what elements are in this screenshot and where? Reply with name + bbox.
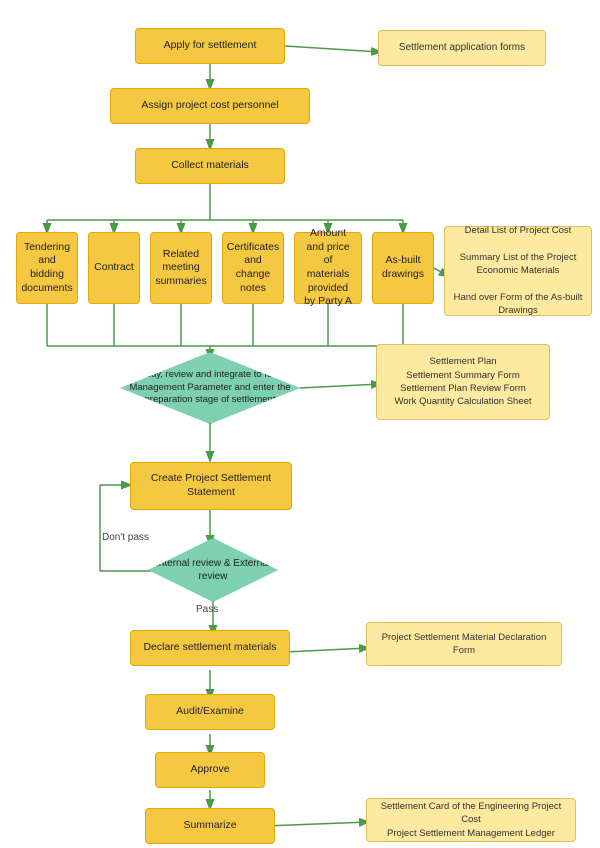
settlement-forms-box: Settlement application forms: [378, 30, 546, 66]
internal-diamond: Internal review & External review: [148, 538, 278, 602]
asbuilt-box: As-built drawings: [372, 232, 434, 304]
settlement-card-box: Settlement Card of the Engineering Proje…: [366, 798, 576, 842]
settlement-plan-box: Settlement Plan Settlement Summary Form …: [376, 344, 550, 420]
tendering-box: Tendering and bidding documents: [16, 232, 78, 304]
declaration-form-box: Project Settlement Material Declaration …: [366, 622, 562, 666]
approve-box: Approve: [155, 752, 265, 788]
collect-materials-box: Collect materials: [135, 148, 285, 184]
audit-box: Audit/Examine: [145, 694, 275, 730]
create-box: Create Project Settlement Statement: [130, 462, 292, 510]
assign-project-cost-box: Assign project cost personnel: [110, 88, 310, 124]
diagram: Apply for settlement Assign project cost…: [0, 0, 600, 848]
pass-label: Pass: [196, 604, 218, 615]
related-box: Related meeting summaries: [150, 232, 212, 304]
certs-box: Certificates and change notes: [222, 232, 284, 304]
amount-box: Amount and price of materials provided b…: [294, 232, 362, 304]
contract-box: Contract: [88, 232, 140, 304]
detail-list-box: Detail List of Project Cost Summary List…: [444, 226, 592, 316]
apply-for-settlement-box: Apply for settlement: [135, 28, 285, 64]
summarize-box: Summarize: [145, 808, 275, 844]
dont-pass-label: Don't pass: [102, 532, 149, 543]
study-diamond: Study, review and integrate to form Mana…: [120, 352, 300, 424]
declare-box: Declare settlement materials: [130, 630, 290, 666]
